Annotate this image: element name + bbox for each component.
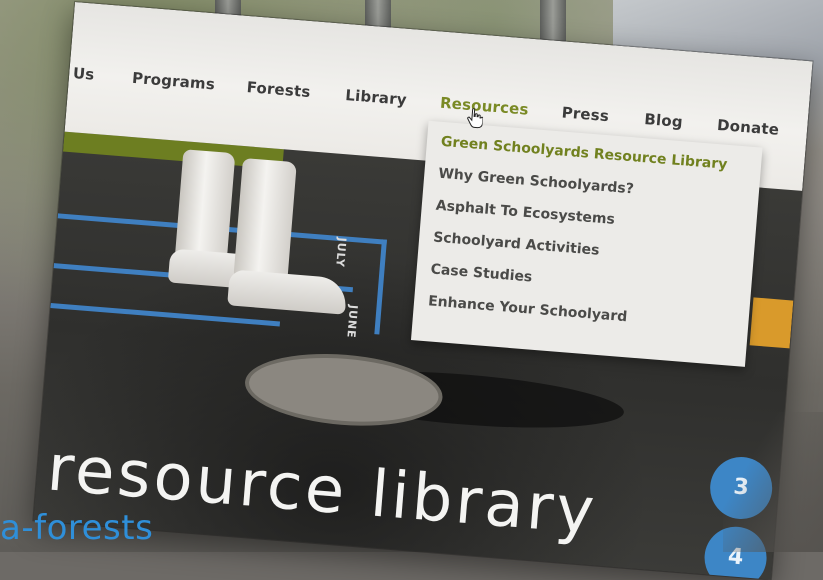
url-fragment-text: a-forests	[0, 508, 154, 548]
photographed-screen: JULY JUNE 3 4 resource library ut Us Pro…	[33, 2, 813, 580]
nav-item-blog[interactable]: Blog	[644, 110, 684, 131]
dropdown-item-asphalt-to-ecosystems[interactable]: Asphalt To Ecosystems	[435, 198, 615, 228]
court-line	[374, 239, 387, 335]
boot	[174, 149, 236, 263]
court-label: JULY	[333, 237, 349, 269]
photo-vignette	[723, 412, 823, 552]
court-label: JUNE	[344, 304, 360, 340]
nav-item-forests[interactable]: Forests	[246, 78, 311, 101]
boot	[233, 157, 297, 280]
nav-item-programs[interactable]: Programs	[131, 69, 215, 94]
orange-court-marker	[749, 297, 794, 349]
boot-foot	[227, 269, 348, 315]
dropdown-item-why-green-schoolyards[interactable]: Why Green Schoolyards?	[438, 166, 635, 198]
nav-item-resources[interactable]: Resources	[439, 94, 529, 119]
nav-item-library[interactable]: Library	[345, 86, 408, 109]
dropdown-item-case-studies[interactable]: Case Studies	[430, 261, 533, 285]
hand-pointer-icon	[467, 108, 484, 129]
resources-dropdown-menu: Green Schoolyards Resource Library Why G…	[410, 120, 763, 367]
dropdown-item-enhance-your-schoolyard[interactable]: Enhance Your Schoolyard	[427, 293, 627, 325]
dropdown-item-schoolyard-activities[interactable]: Schoolyard Activities	[433, 230, 600, 259]
nav-item-donate[interactable]: Donate	[716, 116, 779, 139]
manhole-cover	[242, 346, 446, 433]
nav-item-press[interactable]: Press	[561, 103, 610, 125]
